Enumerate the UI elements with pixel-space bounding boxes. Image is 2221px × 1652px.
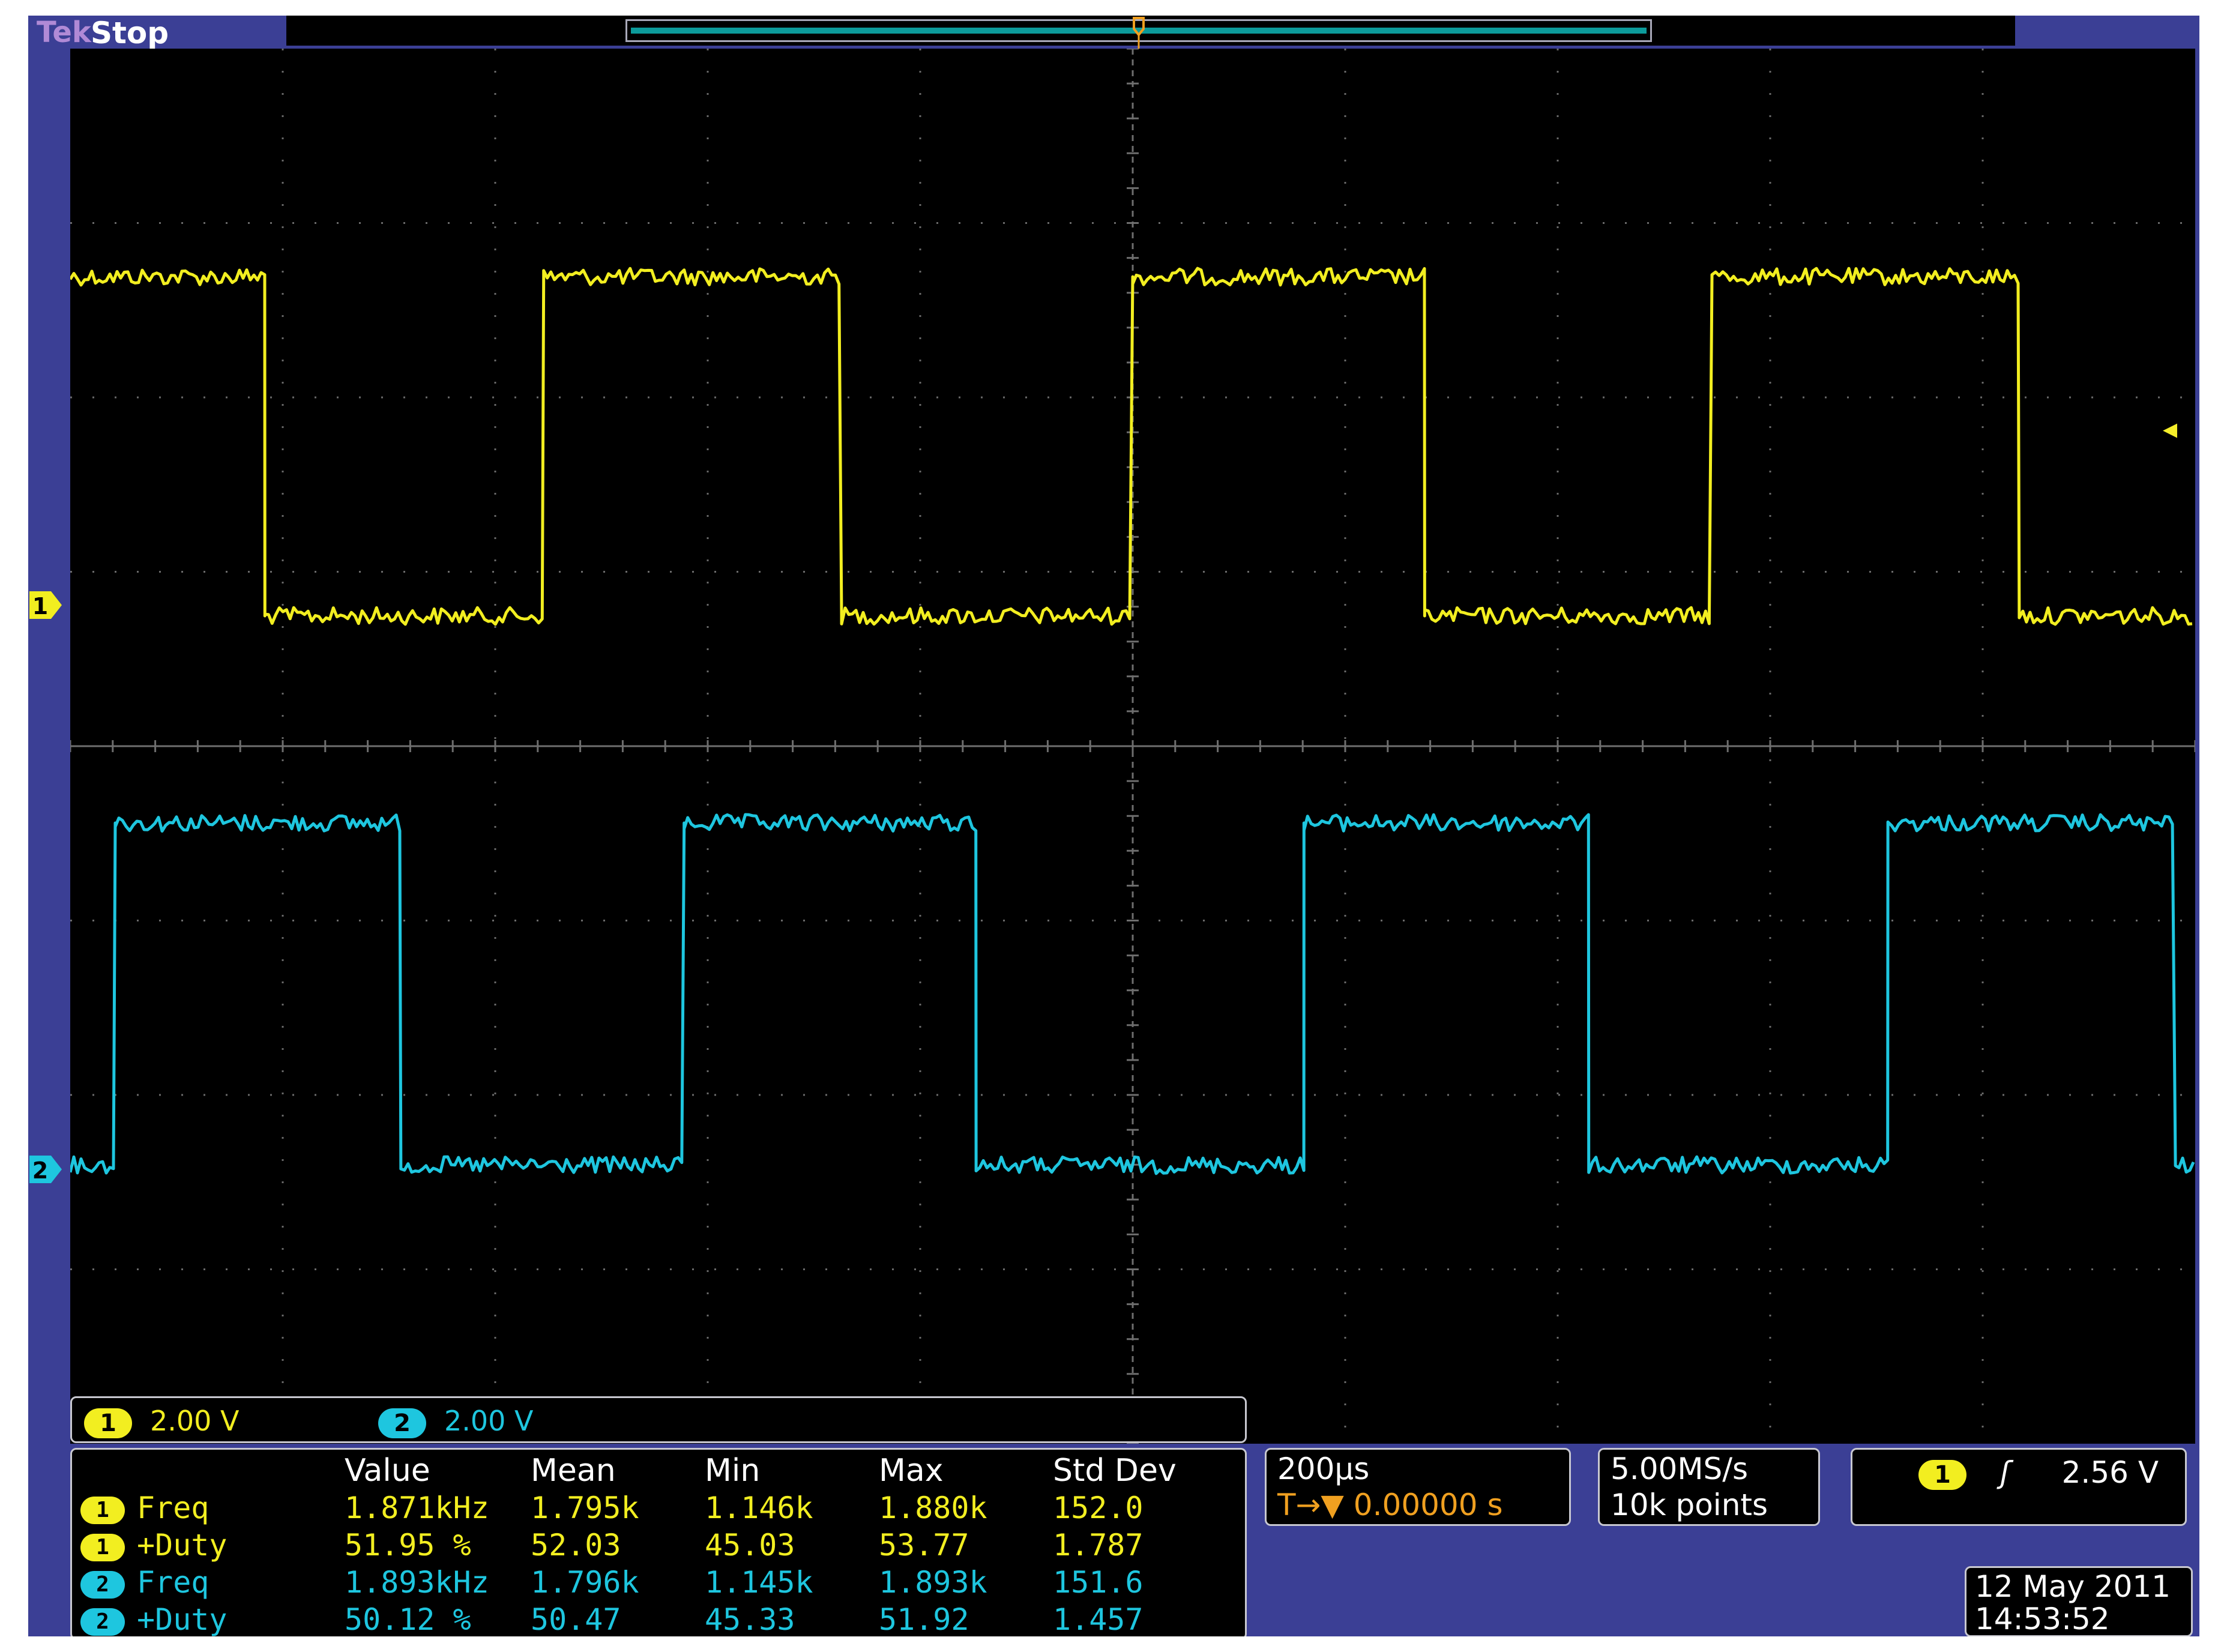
trigger-record-caret-icon [1133,17,1145,37]
cell-std-dev: 1.457 [1053,1602,1144,1636]
header-min: Min [705,1453,761,1489]
row-channel-badge: 1 [80,1533,125,1561]
table-row[interactable]: 1 +Duty 51.95 % 52.03 45.03 53.77 1.787 [80,1527,1177,1564]
horizontal-position-value: 0.00000 s [1353,1488,1503,1522]
horizontal-scale-panel[interactable]: 200µs T→▼ 0.00000 s [1265,1448,1571,1526]
ch1-marker-label: 1 [32,593,48,620]
channel-scale-panel: 1 2.00 V 2 2.00 V [70,1396,1247,1443]
trigger-level-arrow-icon[interactable]: ◂ [2163,412,2177,445]
cell-min: 1.145k [705,1565,813,1600]
ch1-scale-value: 2.00 V [150,1405,240,1437]
cell-mean: 52.03 [531,1528,621,1563]
cell-std-dev: 1.787 [1053,1528,1144,1563]
cell-min: 45.33 [705,1602,795,1636]
cell-value: 50.12 % [345,1602,471,1636]
row-measurement-name: Freq [137,1491,209,1525]
table-row[interactable]: 2 Freq 1.893kHz 1.796k 1.145k 1.893k 151.… [80,1564,1177,1601]
rising-edge-icon: ʃ [2000,1455,2010,1490]
ch1-badge: 1 [84,1408,132,1438]
ch1-scale-readout[interactable]: 1 2.00 V [84,1404,240,1438]
time: 14:53:52 [1975,1602,2110,1636]
cell-max: 1.893k [879,1565,987,1600]
acquisition-state: Stop [91,16,169,50]
status-bar: Tek Stop [28,16,286,50]
ch2-marker-label: 2 [32,1157,48,1184]
cell-max: 53.77 [879,1528,969,1563]
row-measurement-name: +Duty [137,1602,228,1636]
measurements-table: Value Mean Min Max Std Dev 1 Freq 1.871kH… [80,1452,1177,1636]
measurements-header-row: Value Mean Min Max Std Dev [80,1452,1177,1489]
header-mean: Mean [531,1453,616,1489]
cell-mean: 50.47 [531,1602,621,1636]
date-time-panel: 12 May 2011 14:53:52 [1965,1566,2193,1636]
cell-mean: 1.796k [531,1565,639,1600]
header-blank [80,1452,345,1489]
trigger-readout: 1 ʃ 2.56 V [1918,1455,2159,1491]
graticule-svg [70,49,2195,1444]
cell-max: 1.880k [879,1491,987,1525]
row-measurement-name: +Duty [137,1528,228,1563]
cell-min: 1.146k [705,1491,813,1525]
cell-mean: 1.795k [531,1491,639,1525]
horizontal-position: T→▼ 0.00000 s [1277,1487,1503,1523]
ch1-waveform [70,267,2193,626]
trigger-level: 2.56 V [2061,1455,2159,1490]
ch2-ground-marker[interactable]: 2 [28,1153,64,1186]
brand-logo: Tek [37,16,91,49]
ch2-scale-readout[interactable]: 2 2.00 V [378,1404,534,1438]
header-value: Value [345,1453,430,1489]
sample-rate: 5.00MS/s [1611,1452,1749,1486]
table-row[interactable]: 1 Freq 1.871kHz 1.795k 1.146k 1.880k 152.… [80,1489,1177,1527]
table-row[interactable]: 2 +Duty 50.12 % 50.47 45.33 51.92 1.457 [80,1601,1177,1636]
ch2-scale-value: 2.00 V [444,1405,534,1437]
header-max: Max [879,1453,944,1489]
trigger-position-icon: T→▼ [1277,1488,1344,1522]
oscilloscope-display: Tek Stop T 1 2 ◂ 12.00 V 22.00 V [28,16,2199,1636]
trigger-panel[interactable]: 1 ʃ 2.56 V [1851,1448,2187,1526]
cell-value: 1.871kHz [345,1491,489,1525]
cell-value: 51.95 % [345,1528,471,1563]
row-channel-badge: 1 [80,1496,125,1524]
time-per-div: 200µs [1277,1452,1370,1486]
row-channel-badge: 2 [80,1570,125,1599]
record-length: 10k points [1611,1488,1768,1522]
measurements-panel[interactable]: Value Mean Min Max Std Dev 1 Freq 1.871kH… [70,1448,1247,1636]
graticule [70,49,2195,1444]
ch1-ground-marker[interactable]: 1 [28,589,64,621]
cell-value: 1.893kHz [345,1565,489,1600]
acquisition-panel[interactable]: 5.00MS/s 10k points [1598,1448,1820,1526]
cell-min: 45.03 [705,1528,795,1563]
row-measurement-name: Freq [137,1565,209,1600]
cell-max: 51.92 [879,1602,969,1636]
date: 12 May 2011 [1975,1569,2171,1604]
ch2-badge: 2 [378,1408,426,1438]
trigger-source-badge: 1 [1918,1460,1966,1490]
row-channel-badge: 2 [80,1608,125,1636]
header-std-dev: Std Dev [1053,1453,1177,1489]
cell-std-dev: 152.0 [1053,1491,1144,1525]
cell-std-dev: 151.6 [1053,1565,1144,1600]
